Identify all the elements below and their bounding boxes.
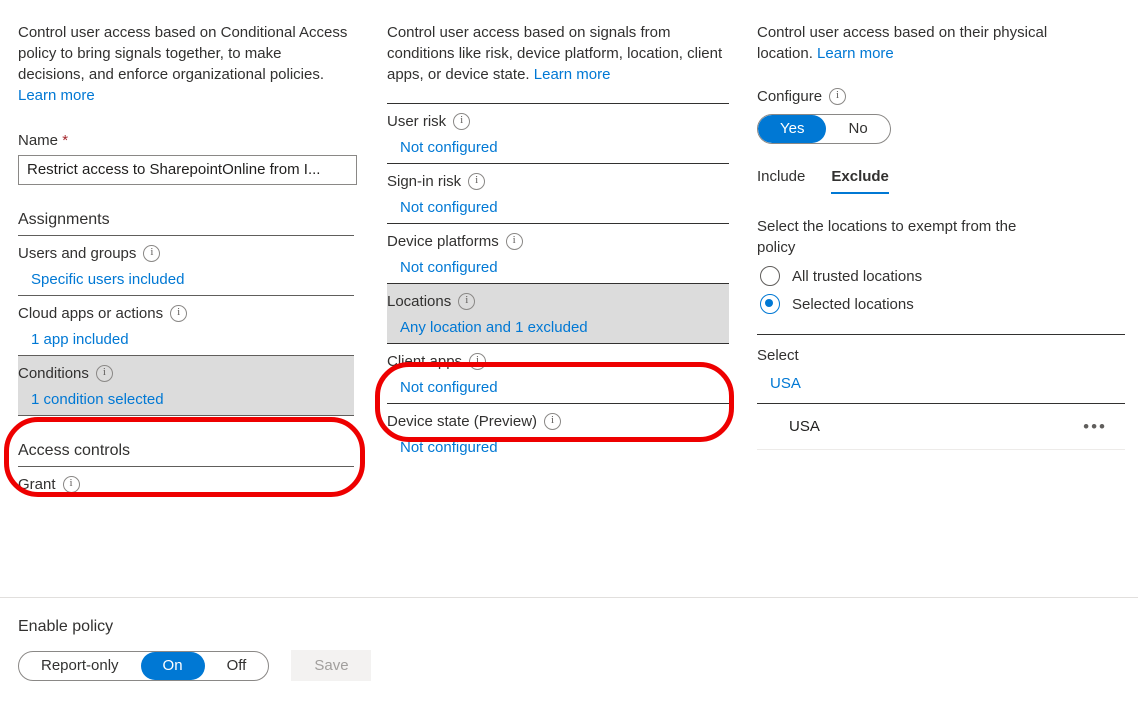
enable-toggle-report-only[interactable]: Report-only bbox=[19, 652, 141, 680]
assignments-header: Assignments bbox=[18, 211, 110, 228]
configure-toggle[interactable]: Yes No bbox=[757, 114, 891, 144]
conditions-intro: Control user access based on signals fro… bbox=[387, 22, 727, 85]
enable-policy-toggle[interactable]: Report-only On Off bbox=[18, 651, 270, 681]
save-button[interactable]: Save bbox=[291, 650, 372, 681]
tab-exclude[interactable]: Exclude bbox=[831, 168, 889, 194]
name-label-text: Name bbox=[18, 132, 59, 149]
configure-label: Configure bbox=[757, 88, 823, 105]
setting-value-link[interactable]: Specific users included bbox=[31, 271, 354, 288]
list-item-name: USA bbox=[789, 418, 820, 435]
conditions-pane: Control user access based on signals fro… bbox=[372, 0, 744, 597]
radio-button-icon[interactable] bbox=[760, 294, 780, 314]
select-block: Select USA bbox=[757, 334, 1125, 392]
tab-include[interactable]: Include bbox=[757, 168, 805, 194]
setting-users-and-groups[interactable]: Users and groups Specific users included bbox=[18, 236, 354, 295]
info-icon[interactable] bbox=[505, 233, 523, 250]
setting-value-link[interactable]: Not configured bbox=[400, 259, 729, 276]
policy-intro-learn-more-link[interactable]: Learn more bbox=[18, 87, 95, 104]
setting-value-link[interactable]: Not configured bbox=[400, 379, 729, 396]
bottom-bar: Enable policy Report-only On Off Save bbox=[0, 597, 1138, 726]
info-icon[interactable] bbox=[829, 88, 847, 105]
configure-toggle-yes[interactable]: Yes bbox=[758, 115, 827, 143]
setting-label: Grant bbox=[18, 476, 56, 493]
radio-all-trusted-locations[interactable]: All trusted locations bbox=[760, 266, 1138, 286]
radio-selected-locations[interactable]: Selected locations bbox=[760, 294, 1138, 314]
policy-name-input[interactable]: Restrict access to SharepointOnline from… bbox=[18, 155, 357, 185]
setting-value-link[interactable]: Not configured bbox=[400, 439, 729, 456]
required-asterisk: * bbox=[62, 132, 69, 149]
setting-value-link[interactable]: Any location and 1 excluded bbox=[400, 319, 729, 336]
setting-device-state[interactable]: Device state (Preview) Not configured bbox=[387, 404, 729, 463]
setting-label: User risk bbox=[387, 113, 447, 130]
select-top-divider bbox=[757, 334, 1125, 335]
policy-intro: Control user access based on Conditional… bbox=[18, 22, 348, 106]
setting-locations[interactable]: Locations Any location and 1 excluded bbox=[387, 284, 729, 343]
setting-value-link[interactable]: 1 app included bbox=[31, 331, 354, 348]
access-controls-header: Access controls bbox=[18, 442, 131, 459]
info-icon[interactable] bbox=[143, 245, 161, 262]
radio-button-icon[interactable] bbox=[760, 266, 780, 286]
setting-value-link[interactable]: 1 condition selected bbox=[31, 391, 354, 408]
info-icon[interactable] bbox=[468, 173, 486, 190]
list-item[interactable]: USA ••• bbox=[757, 403, 1125, 450]
info-icon[interactable] bbox=[170, 305, 188, 322]
radio-label: All trusted locations bbox=[792, 267, 923, 285]
setting-label: Client apps bbox=[387, 353, 463, 370]
configure-label-row: Configure bbox=[757, 88, 1138, 105]
setting-label: Users and groups bbox=[18, 245, 137, 262]
row-divider bbox=[18, 415, 354, 416]
setting-conditions[interactable]: Conditions 1 condition selected bbox=[18, 356, 354, 415]
setting-label: Cloud apps or actions bbox=[18, 305, 164, 322]
setting-label: Device state (Preview) bbox=[387, 413, 538, 430]
more-options-icon[interactable]: ••• bbox=[1083, 418, 1107, 435]
enable-policy-label: Enable policy bbox=[18, 618, 114, 635]
setting-grant[interactable]: Grant bbox=[18, 467, 354, 500]
setting-label: Conditions bbox=[18, 365, 89, 382]
info-icon[interactable] bbox=[458, 293, 476, 310]
locations-intro-text: Control user access based on their physi… bbox=[757, 24, 1048, 62]
conditions-intro-learn-more-link[interactable]: Learn more bbox=[534, 66, 611, 83]
setting-value-link[interactable]: Not configured bbox=[400, 139, 729, 156]
policy-pane: Control user access based on Conditional… bbox=[0, 0, 372, 597]
info-icon[interactable] bbox=[453, 113, 471, 130]
setting-client-apps[interactable]: Client apps Not configured bbox=[387, 344, 729, 403]
info-icon[interactable] bbox=[544, 413, 562, 430]
setting-device-platforms[interactable]: Device platforms Not configured bbox=[387, 224, 729, 283]
info-icon[interactable] bbox=[95, 365, 113, 382]
setting-cloud-apps-or-actions[interactable]: Cloud apps or actions 1 app included bbox=[18, 296, 354, 355]
exclude-prompt: Select the locations to exempt from the … bbox=[757, 218, 1017, 256]
setting-user-risk[interactable]: User risk Not configured bbox=[387, 104, 729, 163]
setting-label: Sign-in risk bbox=[387, 173, 462, 190]
setting-sign-in-risk[interactable]: Sign-in risk Not configured bbox=[387, 164, 729, 223]
locations-intro: Control user access based on their physi… bbox=[757, 22, 1072, 64]
setting-label: Device platforms bbox=[387, 233, 499, 250]
panes-container: Control user access based on Conditional… bbox=[0, 0, 1138, 597]
locations-intro-learn-more-link[interactable]: Learn more bbox=[817, 45, 894, 62]
name-field-label: Name * bbox=[18, 132, 372, 149]
info-icon[interactable] bbox=[469, 353, 487, 370]
policy-intro-text: Control user access based on Conditional… bbox=[18, 24, 348, 83]
select-label: Select bbox=[757, 347, 799, 364]
configure-toggle-no[interactable]: No bbox=[826, 115, 889, 143]
select-value-link[interactable]: USA bbox=[770, 375, 1125, 392]
locations-pane: Control user access based on their physi… bbox=[744, 0, 1138, 597]
setting-label: Locations bbox=[387, 293, 452, 310]
include-exclude-tabs: Include Exclude bbox=[757, 168, 1138, 194]
info-icon[interactable] bbox=[62, 476, 80, 493]
radio-label: Selected locations bbox=[792, 295, 914, 313]
setting-value-link[interactable]: Not configured bbox=[400, 199, 729, 216]
enable-toggle-off[interactable]: Off bbox=[205, 652, 269, 680]
enable-toggle-on[interactable]: On bbox=[140, 652, 205, 680]
